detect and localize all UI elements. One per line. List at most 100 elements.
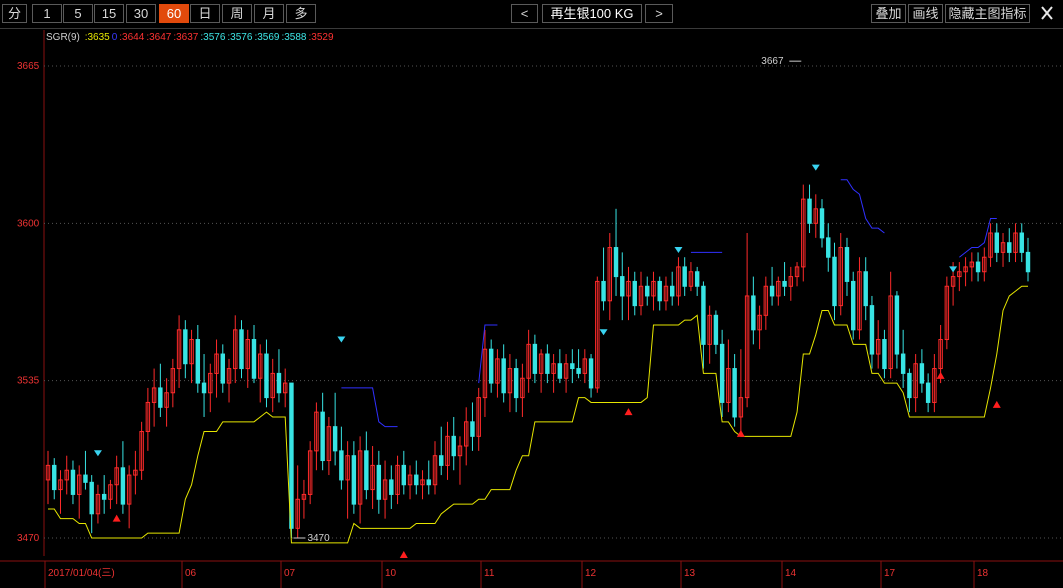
candle-body [488, 348, 494, 384]
candle-body [782, 280, 787, 287]
candle-body [925, 382, 931, 403]
x-tick-label: 11 [484, 568, 495, 579]
buy-signal-icon [112, 514, 121, 522]
resistance-line [840, 179, 885, 234]
candle-body [1007, 242, 1012, 253]
candle-body [713, 314, 719, 345]
candle-body [70, 469, 76, 495]
candle-body [882, 339, 887, 370]
min-price-annotation: 3470 [307, 533, 330, 544]
x-tick-label: 13 [684, 568, 696, 579]
candle-body [570, 363, 575, 370]
candle-body [601, 280, 606, 302]
candle-body [195, 339, 201, 384]
sell-signal-icon [949, 266, 958, 273]
candle-body [389, 479, 394, 495]
candle-body [376, 464, 382, 500]
candle-body [694, 271, 700, 287]
candle-body [101, 493, 107, 500]
candle-body [826, 237, 831, 258]
candle-body [819, 208, 825, 239]
candle-body [276, 372, 282, 394]
candle-body [239, 329, 244, 370]
candle-body [632, 280, 637, 307]
candle-body [451, 435, 456, 457]
x-tick-label: 14 [785, 568, 797, 579]
y-tick-label: 3665 [17, 61, 40, 72]
candle-body [682, 266, 687, 287]
candle-body [201, 382, 207, 394]
candle-body [470, 421, 475, 437]
buy-signal-icon [736, 429, 745, 437]
candle-body [120, 467, 126, 505]
resistance-line [478, 324, 498, 384]
x-tick-label: 12 [585, 568, 597, 579]
candle-body [183, 329, 188, 365]
candle-body [414, 474, 419, 486]
candle-body [975, 261, 981, 273]
candle-body [620, 276, 625, 297]
y-tick-label: 3600 [17, 218, 40, 229]
candle-body [351, 455, 357, 505]
candle-body [645, 285, 650, 297]
candle-body [669, 285, 675, 297]
candle-body [289, 382, 294, 529]
candle-body [588, 358, 594, 389]
candle-body [557, 363, 563, 379]
candle-body [426, 479, 431, 486]
candle-body [439, 455, 444, 466]
x-tick-label: 2017/01/04(三) [48, 568, 115, 579]
candle-body [751, 295, 756, 331]
x-tick-label: 10 [385, 568, 397, 579]
candle-body [52, 464, 57, 491]
candle-body [501, 358, 506, 394]
max-price-annotation: 3667 [761, 56, 784, 67]
candle-body [401, 464, 407, 486]
candle-body [264, 353, 269, 399]
candle-body [1019, 232, 1024, 253]
candle-body [513, 368, 519, 399]
candle-body [339, 450, 344, 481]
candle-body [994, 232, 1000, 253]
candle-body [220, 353, 225, 384]
candle-body [719, 343, 725, 403]
candle-body [769, 285, 775, 297]
sell-signal-icon [674, 246, 683, 253]
candle-body [844, 247, 850, 282]
candle-body [158, 387, 163, 408]
sell-signal-icon [811, 164, 820, 171]
candle-body [701, 285, 706, 345]
candle-body [545, 353, 550, 374]
candle-body [832, 256, 837, 307]
candle-body [613, 247, 619, 278]
buy-signal-icon [936, 371, 945, 379]
candle-body [807, 198, 812, 224]
x-tick-label: 06 [185, 568, 197, 579]
candle-body [364, 450, 369, 491]
candle-body [83, 474, 88, 483]
candle-body [657, 280, 662, 302]
y-tick-label: 3535 [17, 376, 40, 387]
sell-signal-icon [93, 450, 102, 457]
candle-body [251, 339, 257, 379]
x-tick-label: 18 [977, 568, 989, 579]
candle-body [576, 368, 581, 374]
candle-body [863, 271, 868, 307]
candle-body [900, 353, 906, 374]
candle-body [320, 411, 325, 462]
candle-body [532, 343, 538, 374]
y-tick-label: 3470 [17, 533, 40, 544]
buy-signal-icon [624, 408, 633, 416]
candle-body [894, 295, 900, 355]
sell-signal-icon [599, 329, 608, 336]
buy-signal-icon [992, 400, 1001, 408]
x-tick-label: 07 [284, 568, 296, 579]
resistance-line [341, 387, 398, 428]
buy-signal-icon [399, 550, 408, 558]
candle-body [1025, 251, 1031, 273]
candle-body [919, 363, 925, 384]
candle-body [332, 426, 338, 452]
support-line [48, 285, 1028, 544]
price-chart[interactable]: 3665 3600 3535 3470 3667 3470 2017/01/04(三) 06 0… [0, 0, 1063, 588]
candle-body [869, 305, 875, 355]
